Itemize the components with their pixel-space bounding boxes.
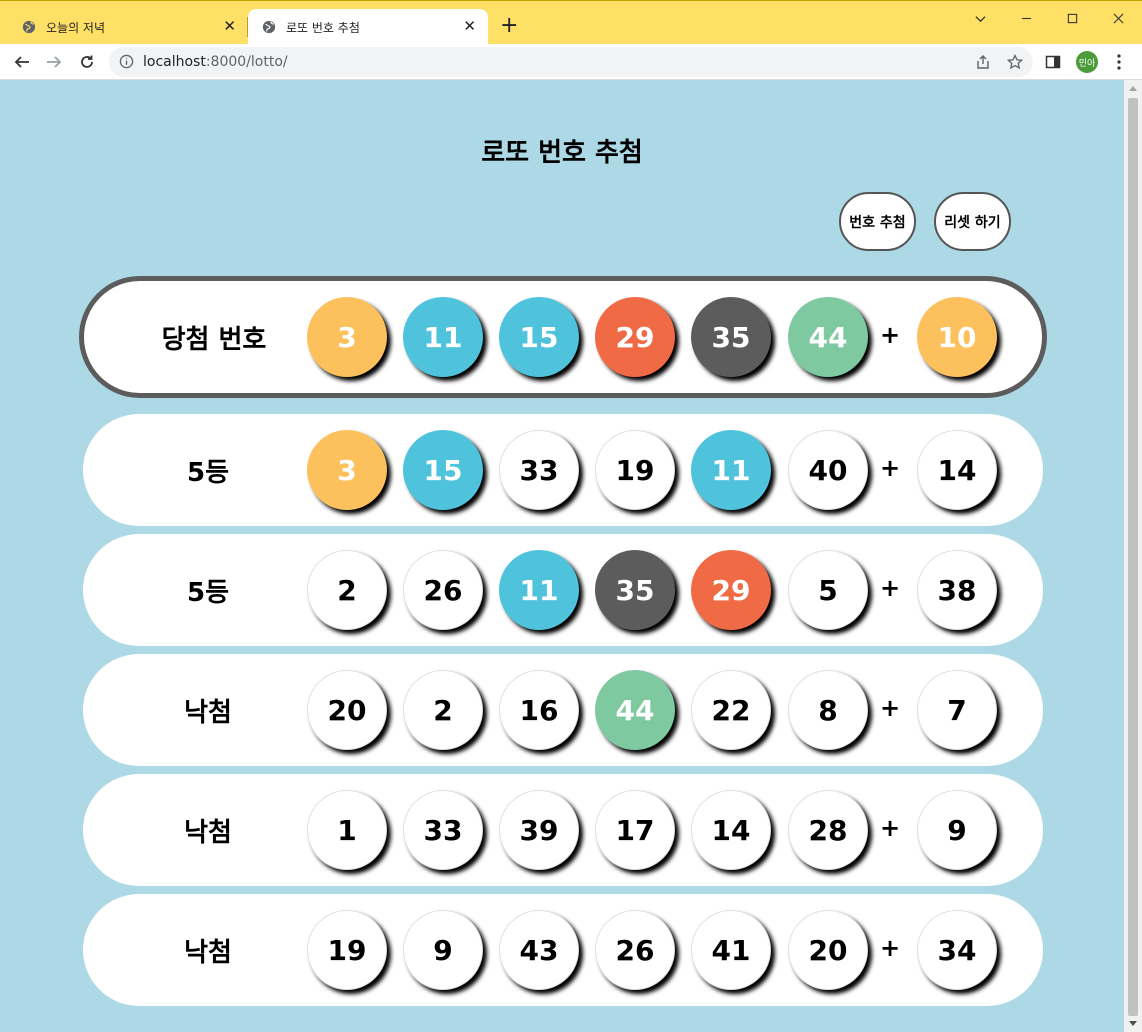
lotto-ball: 2	[403, 670, 483, 750]
lotto-ball: 44	[595, 670, 675, 750]
minimize-icon[interactable]	[1003, 5, 1049, 31]
lotto-ball: 5	[788, 550, 868, 630]
lotto-ball: 33	[499, 430, 579, 510]
lotto-ball: 17	[595, 790, 675, 870]
lotto-ball: 43	[499, 910, 579, 990]
close-icon[interactable]: ✕	[223, 17, 236, 35]
menu-kebab-icon[interactable]	[1112, 53, 1126, 71]
lotto-ball: 22	[691, 670, 771, 750]
result-label: 낙첨	[184, 697, 232, 728]
lotto-ball: 15	[403, 430, 483, 510]
draw-numbers-button[interactable]: 번호 추첨	[839, 192, 916, 251]
page-viewport: 로또 번호 추첨 번호 추첨 리셋 하기 당첨 번호 3 11 15 29 35 44 +10…	[0, 80, 1124, 1032]
lotto-ball: 2	[307, 550, 387, 630]
browser-toolbar: localhost:8000/lotto/ 민아	[0, 44, 1142, 80]
winning-label: 당첨 번호	[161, 324, 267, 355]
bonus-plus-sign: +	[880, 814, 901, 842]
new-tab-button[interactable]: +	[500, 13, 518, 39]
bonus-plus-sign: +	[880, 574, 901, 602]
bonus-ball: 10	[917, 297, 997, 377]
lotto-ball: 35	[595, 550, 675, 630]
url-path: :8000/lotto/	[205, 54, 288, 70]
bonus-ball: 38	[917, 550, 997, 630]
back-arrow-icon[interactable]	[9, 49, 35, 75]
bonus-plus-sign: +	[880, 321, 901, 349]
lotto-ball: 8	[788, 670, 868, 750]
lotto-ball: 14	[691, 790, 771, 870]
page-title: 로또 번호 추첨	[481, 138, 643, 168]
lotto-ball: 3	[307, 430, 387, 510]
lotto-ball: 19	[595, 430, 675, 510]
lotto-ball: 20	[307, 670, 387, 750]
star-icon[interactable]	[1007, 54, 1023, 70]
lotto-ball: 29	[691, 550, 771, 630]
tab-search-chevron-icon[interactable]	[957, 5, 1003, 31]
tab-title: 오늘의 저녁	[46, 20, 106, 35]
tab-title: 로또 번호 추첨	[286, 20, 360, 35]
lotto-ball: 29	[595, 297, 675, 377]
tab-lotto[interactable]: 로또 번호 추첨 ✕	[248, 9, 488, 45]
ticket-row: 5등 2 26 11 35 29 5 +38	[83, 534, 1043, 646]
maximize-icon[interactable]	[1049, 5, 1095, 31]
scroll-up-arrow-icon[interactable]	[1129, 86, 1137, 91]
lotto-ball: 26	[403, 550, 483, 630]
lotto-ball: 33	[403, 790, 483, 870]
tab-dinner[interactable]: 오늘의 저녁 ✕	[0, 9, 248, 45]
bonus-ball: 7	[917, 670, 997, 750]
bonus-ball: 34	[917, 910, 997, 990]
lotto-ball: 26	[595, 910, 675, 990]
close-icon[interactable]: ✕	[463, 17, 476, 35]
profile-avatar[interactable]: 민아	[1076, 51, 1098, 73]
lotto-ball: 11	[499, 550, 579, 630]
ticket-row: 낙첨 19 9 43 26 41 20 +34	[83, 894, 1043, 1006]
bonus-ball: 9	[917, 790, 997, 870]
lotto-ball: 40	[788, 430, 868, 510]
lotto-ball: 44	[788, 297, 868, 377]
bonus-plus-sign: +	[880, 934, 901, 962]
reset-button[interactable]: 리셋 하기	[934, 192, 1011, 251]
info-icon[interactable]	[119, 54, 134, 69]
ticket-row: 낙첨 1 33 39 17 14 28 +9	[83, 774, 1043, 886]
ticket-row: 5등 3 15 33 19 11 40 +14	[83, 414, 1043, 526]
result-label: 5등	[186, 577, 229, 608]
lotto-ball: 28	[788, 790, 868, 870]
address-bar[interactable]: localhost:8000/lotto/	[109, 47, 1033, 77]
lotto-ball: 19	[307, 910, 387, 990]
tab-strip: 오늘의 저녁 ✕ 로또 번호 추첨 ✕ +	[0, 0, 1142, 45]
lotto-ball: 1	[307, 790, 387, 870]
globe-icon	[262, 20, 276, 34]
scroll-down-arrow-icon[interactable]	[1129, 1021, 1137, 1026]
lotto-ball: 3	[307, 297, 387, 377]
lotto-ball: 11	[403, 297, 483, 377]
vertical-scrollbar[interactable]	[1124, 80, 1142, 1032]
reload-icon[interactable]	[74, 49, 100, 75]
bonus-plus-sign: +	[880, 454, 901, 482]
side-panel-icon[interactable]	[1045, 54, 1061, 70]
bonus-ball: 14	[917, 430, 997, 510]
scrollbar-thumb[interactable]	[1128, 98, 1138, 1016]
lotto-ball: 35	[691, 297, 771, 377]
share-icon[interactable]	[975, 54, 991, 70]
ticket-row: 낙첨 20 2 16 44 22 8 +7	[83, 654, 1043, 766]
globe-icon	[22, 20, 36, 34]
lotto-ball: 39	[499, 790, 579, 870]
result-label: 낙첨	[184, 817, 232, 848]
lotto-ball: 11	[691, 430, 771, 510]
result-label: 5등	[186, 457, 229, 488]
lotto-ball: 15	[499, 297, 579, 377]
forward-arrow-icon[interactable]	[41, 49, 67, 75]
lotto-ball: 20	[788, 910, 868, 990]
window-close-icon[interactable]	[1095, 5, 1141, 31]
bonus-plus-sign: +	[880, 694, 901, 722]
url-text[interactable]: localhost:8000/lotto/	[143, 54, 288, 70]
lotto-ball: 16	[499, 670, 579, 750]
lotto-ball: 9	[403, 910, 483, 990]
result-label: 낙첨	[184, 937, 232, 968]
winning-numbers-row: 당첨 번호 3 11 15 29 35 44 +10	[79, 276, 1047, 398]
url-host: localhost	[143, 54, 206, 70]
lotto-ball: 41	[691, 910, 771, 990]
